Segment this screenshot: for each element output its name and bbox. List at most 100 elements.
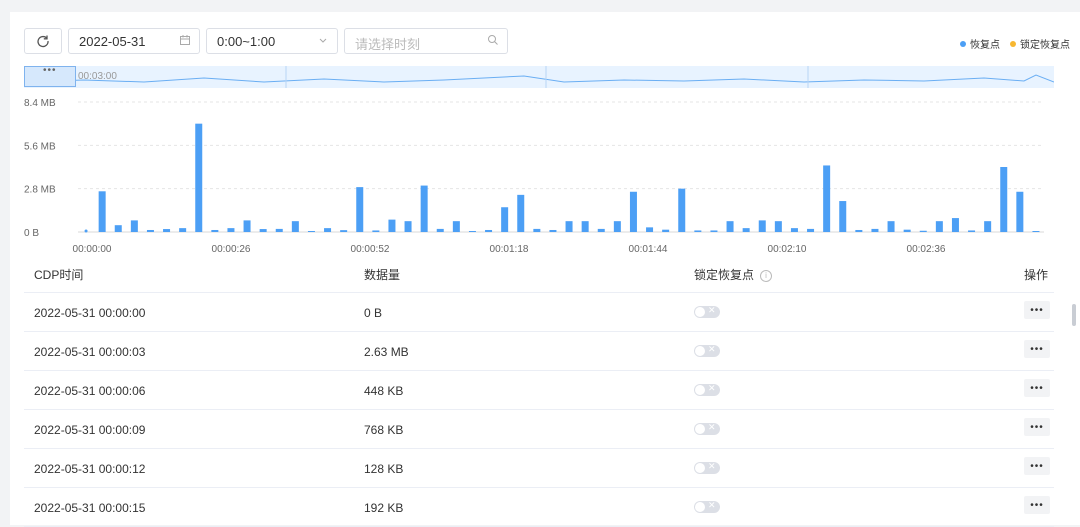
chart-bar[interactable] (968, 230, 976, 232)
lock-toggle[interactable]: ✕ (694, 383, 720, 396)
chart-bar[interactable] (517, 194, 525, 232)
chart-bar[interactable] (533, 228, 541, 232)
more-actions-button[interactable]: ••• (1024, 496, 1050, 514)
chart-bar[interactable] (629, 191, 637, 232)
chart-bar[interactable] (903, 229, 911, 232)
chart-bar[interactable] (211, 229, 219, 232)
more-actions-button[interactable]: ••• (1024, 340, 1050, 358)
chart-bar[interactable] (436, 228, 444, 232)
chart-bar[interactable] (356, 187, 364, 232)
chart-bar[interactable] (758, 220, 766, 232)
lock-toggle[interactable]: ✕ (694, 344, 720, 357)
chart-bar[interactable] (935, 221, 943, 232)
chart-bar[interactable] (114, 225, 122, 232)
chart-bar[interactable] (919, 230, 927, 232)
header-cdp-time[interactable]: CDP时间 (34, 266, 83, 283)
chart-bar[interactable] (163, 229, 171, 232)
chart-bar[interactable] (468, 231, 476, 232)
chart-bar[interactable] (1032, 231, 1040, 232)
chart-bar[interactable] (790, 228, 798, 232)
chart-bar[interactable] (549, 229, 557, 232)
chart-bar[interactable] (839, 201, 847, 232)
timeline-overview[interactable]: ••• 00:03:00 (24, 65, 1054, 88)
table-row: 2022-05-31 00:00:12 128 KB ✕ ••• (24, 449, 1054, 488)
chart-bar[interactable] (1016, 191, 1024, 232)
legend-item-locked-restore-point[interactable]: 锁定恢复点 (1010, 36, 1070, 51)
chart-bar[interactable] (565, 221, 573, 232)
chart-bar[interactable] (307, 231, 315, 232)
chart-bar[interactable] (613, 221, 621, 232)
chart-bar[interactable] (646, 227, 654, 232)
moment-placeholder: 请选择时刻 (355, 37, 421, 52)
table-scrollbar[interactable] (1072, 304, 1076, 326)
lock-toggle[interactable]: ✕ (694, 422, 720, 435)
chart-bar[interactable] (98, 191, 106, 232)
chart-bar[interactable] (195, 123, 203, 232)
lock-toggle[interactable]: ✕ (694, 461, 720, 474)
chart-bar[interactable] (710, 230, 718, 232)
chart-bar[interactable] (291, 221, 299, 232)
header-locked-restore-point[interactable]: 锁定恢复点 i (694, 266, 773, 283)
chart-bar[interactable] (340, 230, 348, 232)
x-tick-label: 00:02:36 (907, 244, 946, 252)
more-actions-button[interactable]: ••• (1024, 301, 1050, 319)
chart-bar[interactable] (146, 229, 154, 232)
moment-select[interactable]: 请选择时刻 (344, 28, 508, 54)
chart-bar[interactable] (372, 230, 380, 232)
chart-bar[interactable] (324, 228, 332, 232)
chart-bar[interactable] (452, 221, 460, 232)
chart-bar[interactable] (485, 229, 493, 232)
chart-bar[interactable] (130, 220, 138, 232)
toggle-off-icon: ✕ (708, 383, 716, 393)
x-tick-label: 00:00:52 (351, 244, 390, 252)
y-tick-label: 0 B (24, 228, 39, 239)
chart-bar[interactable] (420, 185, 428, 232)
chart-bar[interactable] (597, 228, 605, 232)
chart-bar[interactable] (887, 221, 895, 232)
toggle-knob (695, 502, 705, 512)
chart-bar[interactable] (678, 188, 686, 232)
lock-toggle[interactable]: ✕ (694, 305, 720, 318)
chart-bar[interactable] (179, 228, 187, 232)
chart-bar[interactable] (243, 220, 251, 232)
chart-bar[interactable] (807, 228, 815, 232)
table-row: 2022-05-31 00:00:06 448 KB ✕ ••• (24, 371, 1054, 410)
date-picker[interactable]: 2022-05-31 (68, 28, 200, 54)
chart-bar[interactable] (871, 228, 879, 232)
chart-bar[interactable] (774, 221, 782, 232)
chart-bar[interactable] (1000, 167, 1008, 232)
chart-bar[interactable] (984, 221, 992, 232)
chart-bar[interactable] (404, 221, 412, 232)
refresh-button[interactable] (24, 28, 62, 54)
overview-range-handle[interactable]: ••• (24, 65, 76, 87)
toggle-off-icon: ✕ (708, 422, 716, 432)
table-row: 2022-05-31 00:00:00 0 B ✕ ••• (24, 293, 1054, 332)
chart-bar[interactable] (855, 229, 863, 232)
info-icon[interactable]: i (760, 269, 773, 282)
more-actions-button[interactable]: ••• (1024, 379, 1050, 397)
chart-bar[interactable] (581, 221, 589, 232)
chart-bar[interactable] (501, 207, 509, 232)
chart-bar[interactable] (694, 230, 702, 232)
table-header: CDP时间 数据量 锁定恢复点 i 操作 (24, 258, 1054, 293)
chart-bar[interactable] (275, 228, 283, 232)
row-cdp-time: 2022-05-31 00:00:00 (34, 306, 146, 320)
time-range-select[interactable]: 0:00~1:00 (206, 28, 338, 54)
chart-bar[interactable] (662, 229, 670, 232)
chart-bar[interactable] (227, 228, 235, 232)
chart-bar[interactable] (84, 229, 88, 233)
chart-bar[interactable] (823, 165, 831, 232)
table-body: 2022-05-31 00:00:00 0 B ✕ ••• 2022-05-31 00:… (24, 293, 1054, 527)
chart-bar[interactable] (259, 229, 267, 232)
lock-toggle[interactable]: ✕ (694, 500, 720, 513)
more-actions-button[interactable]: ••• (1024, 457, 1050, 475)
cdp-panel: 2022-05-31 0:00~1:00 请选择时刻 恢复点 锁定恢复点 •••… (10, 12, 1080, 527)
legend-item-restore-point[interactable]: 恢复点 (960, 36, 1000, 51)
chart-bar[interactable] (951, 218, 959, 232)
chart-bar[interactable] (742, 228, 750, 232)
chart-bar[interactable] (388, 219, 396, 232)
y-tick-label: 8.4 MB (24, 98, 56, 109)
chart-bar[interactable] (726, 221, 734, 232)
more-actions-button[interactable]: ••• (1024, 418, 1050, 436)
header-data-size[interactable]: 数据量 (364, 266, 400, 283)
